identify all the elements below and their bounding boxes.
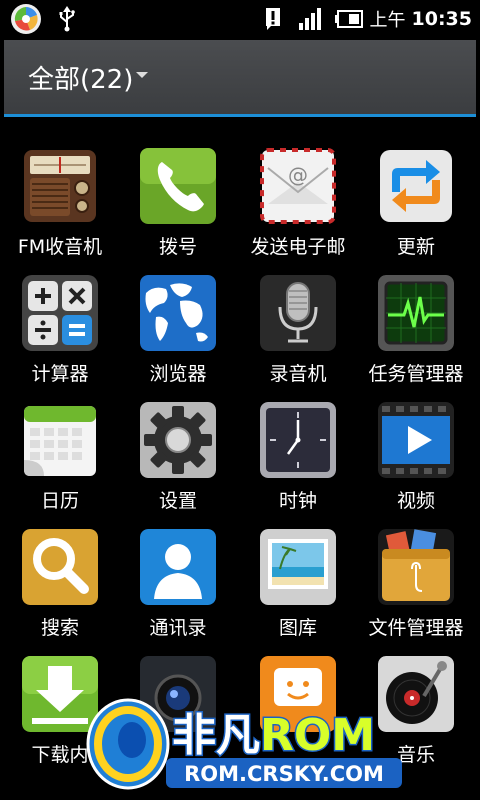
app-label: 日历 (40, 490, 79, 512)
svg-text:非凡: 非凡 (172, 710, 260, 761)
app-recorder[interactable]: 录音机 (238, 267, 358, 393)
app-update[interactable]: 更新 (356, 140, 476, 266)
app-clock[interactable]: 时钟 (238, 394, 358, 520)
app-label: 文件管理器 (368, 617, 464, 639)
update-icon (378, 148, 454, 224)
browser-globe-icon (140, 275, 216, 351)
app-calendar[interactable]: 日历 (0, 394, 120, 520)
app-label: 更新 (396, 236, 435, 258)
usb-icon (56, 0, 78, 38)
gallery-icon (260, 529, 336, 605)
app-label: FM收音机 (17, 236, 103, 258)
crsky-rom-watermark-logo: 非凡 ROM ROM.CRSKY.COM (80, 680, 410, 795)
battery-icon (334, 0, 364, 38)
svg-text:ROM.CRSKY.COM: ROM.CRSKY.COM (184, 762, 384, 786)
folder-icon (378, 529, 454, 605)
status-clock: 上午 10:35 (370, 0, 472, 38)
app-label: 浏览器 (149, 363, 207, 385)
category-dropdown-label: 全部(22) (28, 64, 134, 95)
app-contacts[interactable]: 通讯录 (118, 521, 238, 647)
app-dialer[interactable]: 拨号 (118, 140, 238, 266)
app-label: 图库 (278, 617, 317, 639)
search-icon (22, 529, 98, 605)
app-browser[interactable]: 浏览器 (118, 267, 238, 393)
clock-time: 10:35 (411, 8, 472, 30)
svg-text:@: @ (288, 163, 308, 187)
contact-icon (140, 529, 216, 605)
app-calculator[interactable]: 计算器 (0, 267, 120, 393)
app-label: 录音机 (269, 363, 327, 385)
app-task-manager[interactable]: 任务管理器 (356, 267, 476, 393)
task-monitor-icon (378, 275, 454, 351)
app-settings[interactable]: 设置 (118, 394, 238, 520)
svg-text:ROM: ROM (260, 710, 375, 761)
chevron-down-icon (136, 72, 149, 78)
app-label: 发送电子邮 (250, 236, 346, 258)
app-label: 任务管理器 (368, 363, 464, 385)
video-play-icon (378, 402, 454, 478)
microphone-icon (260, 275, 336, 351)
app-file-manager[interactable]: 文件管理器 (356, 521, 476, 647)
app-label: 搜索 (40, 617, 79, 639)
calculator-icon (22, 275, 98, 351)
calendar-icon (22, 402, 98, 478)
launcher-icon (8, 0, 44, 38)
app-video[interactable]: 视频 (356, 394, 476, 520)
signal-icon (298, 0, 324, 38)
email-icon: @ (260, 148, 336, 224)
app-drawer-header: 全部(22) (4, 40, 476, 117)
app-label: 设置 (158, 490, 197, 512)
app-fm-radio[interactable]: FM收音机 (0, 140, 120, 266)
app-label: 时钟 (278, 490, 317, 512)
clock-ampm: 上午 (369, 10, 406, 31)
category-dropdown[interactable]: 全部(22) (28, 40, 149, 114)
radio-icon (22, 148, 98, 224)
status-bar: 上午 10:35 (0, 0, 480, 38)
clock-icon (260, 402, 336, 478)
app-label: 计算器 (31, 363, 89, 385)
app-send-email[interactable]: @ 发送电子邮 (238, 140, 358, 266)
app-label: 视频 (396, 490, 435, 512)
app-gallery[interactable]: 图库 (238, 521, 358, 647)
app-search[interactable]: 搜索 (0, 521, 120, 647)
phone-icon (140, 148, 216, 224)
gear-icon (140, 402, 216, 478)
alert-icon (262, 0, 284, 38)
app-label: 拨号 (158, 236, 197, 258)
app-label: 通讯录 (149, 617, 207, 639)
